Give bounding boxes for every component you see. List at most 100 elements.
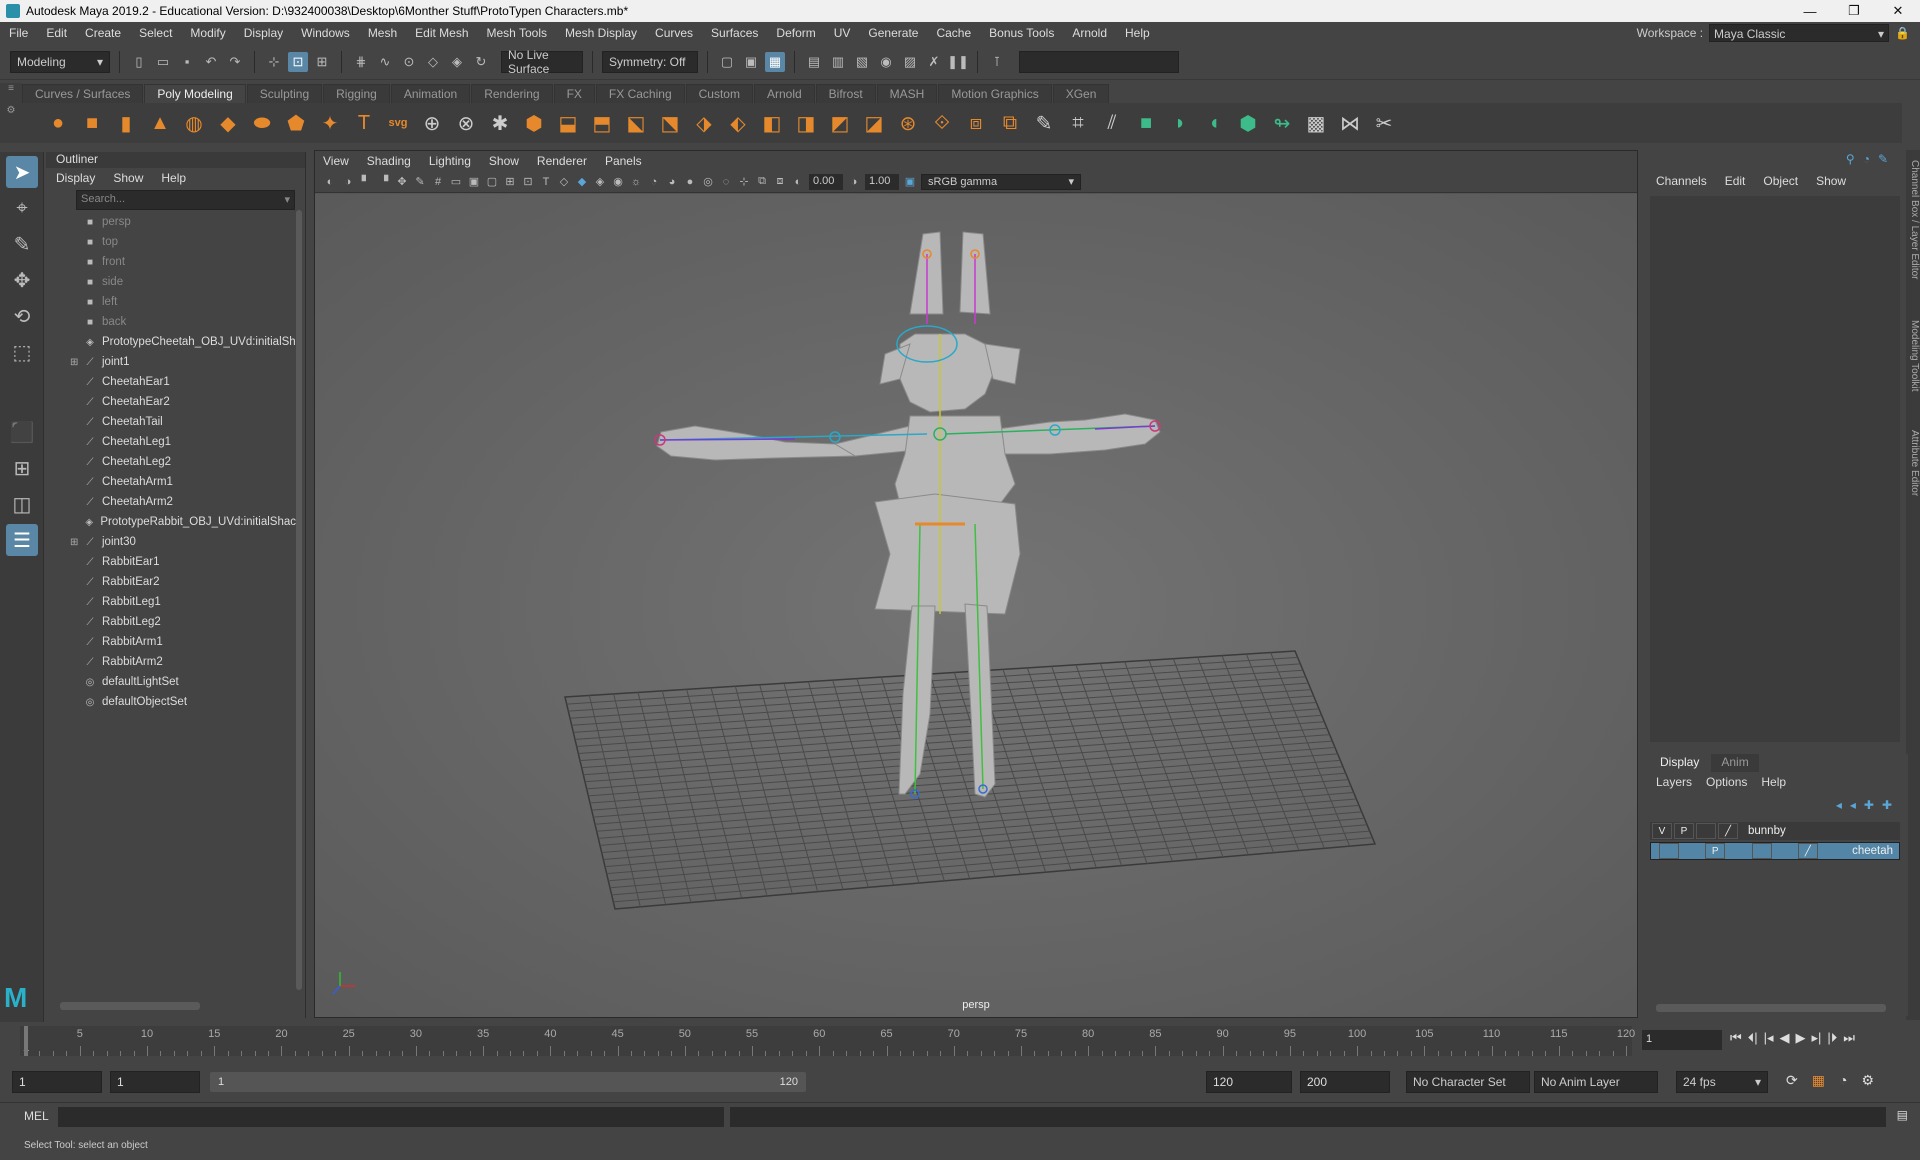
poly-plane-icon[interactable]: ◆ [214, 109, 242, 137]
command-language-label[interactable]: MEL [24, 1109, 49, 1123]
menu-edit-mesh[interactable]: Edit Mesh [406, 26, 477, 40]
grease-pencil-icon[interactable]: ✎ [413, 175, 427, 189]
menu-select[interactable]: Select [130, 26, 181, 40]
playback-start-field[interactable]: 1 [110, 1071, 200, 1093]
separate-icon[interactable]: ⊗ [452, 109, 480, 137]
harden-edge-icon[interactable]: ⟐ [928, 109, 956, 137]
four-view-icon[interactable]: ⊞ [6, 452, 38, 484]
workspace-dropdown[interactable]: Maya Classic ▾ [1709, 24, 1890, 42]
maximize-button[interactable]: ❐ [1832, 3, 1876, 19]
layer-color-swatch[interactable]: ╱ [1718, 823, 1738, 839]
gate-mask-icon[interactable]: ▢ [485, 175, 499, 189]
live-surface-field[interactable]: No Live Surface [501, 48, 583, 76]
mesh-reduce-icon[interactable]: ◩ [826, 109, 854, 137]
dof-icon[interactable]: ◌ [719, 175, 733, 189]
outliner-item[interactable]: ■ left [46, 292, 296, 312]
2d-pan-icon[interactable]: ✥ [395, 175, 409, 189]
render-frame-icon[interactable]: ▤ [804, 52, 824, 72]
tab-modeling-toolkit[interactable]: Modeling Toolkit [1906, 320, 1920, 392]
outliner-item[interactable]: ⊞ ⟋ joint1 [46, 352, 296, 372]
menu-bonus-tools[interactable]: Bonus Tools [980, 26, 1063, 40]
ipr-render-icon[interactable]: ▥ [828, 52, 848, 72]
type-icon[interactable]: T [350, 109, 378, 137]
save-scene-icon[interactable]: ▪ [177, 52, 197, 72]
outliner-item[interactable]: ⟋ RabbitLeg1 [46, 592, 296, 612]
menu-help[interactable]: Help [1116, 26, 1159, 40]
exposure-icon[interactable]: ◐ [791, 175, 805, 189]
layers-menu[interactable]: Layers [1656, 775, 1692, 789]
fill-hole-icon[interactable]: ⬗ [690, 109, 718, 137]
motion-blur-icon[interactable]: ● [683, 175, 697, 189]
menu-mesh-display[interactable]: Mesh Display [556, 26, 646, 40]
shadows-icon[interactable]: ◔ [647, 175, 661, 189]
snap-point-icon[interactable]: ⊙ [399, 52, 419, 72]
poly-sphere-icon[interactable]: ● [44, 109, 72, 137]
view-transform-dropdown[interactable]: sRGB gamma ▾ [921, 173, 1081, 190]
step-forward-key-icon[interactable]: |⏵ [1827, 1030, 1837, 1046]
move-tool-icon[interactable]: ✥ [6, 264, 38, 296]
shelf-tab-fx[interactable]: FX [553, 84, 595, 103]
outliner-item[interactable]: ⟋ RabbitEar1 [46, 552, 296, 572]
offset-edge-loop-icon[interactable]: ⫽ [1098, 109, 1126, 137]
soften-edge-icon[interactable]: ⊛ [894, 109, 922, 137]
new-layer-icon[interactable]: ✚ [1882, 798, 1892, 812]
antialias-icon[interactable]: ◎ [701, 175, 715, 189]
viewport-menu-panels[interactable]: Panels [605, 154, 642, 168]
lock-icon[interactable]: 🔒 [1895, 26, 1910, 40]
select-tool-icon[interactable]: ➤ [6, 156, 38, 188]
viewport-menu-lighting[interactable]: Lighting [429, 154, 471, 168]
tab-attribute-editor[interactable]: Attribute Editor [1906, 430, 1920, 496]
append-poly-icon[interactable]: ⬖ [724, 109, 752, 137]
resolution-gate-icon[interactable]: ▣ [467, 175, 481, 189]
playback-toggle[interactable]: P [1674, 823, 1694, 839]
fps-dropdown[interactable]: 24 fps ▾ [1676, 1071, 1768, 1093]
viewport-canvas[interactable]: persp [315, 194, 1637, 1017]
shelf-options[interactable]: ≡ ⚙ [0, 83, 22, 143]
menu-modify[interactable]: Modify [181, 26, 234, 40]
undo-icon[interactable]: ↶ [201, 52, 221, 72]
menu-deform[interactable]: Deform [767, 26, 824, 40]
field-chart-icon[interactable]: ⊞ [503, 175, 517, 189]
menu-windows[interactable]: Windows [292, 26, 359, 40]
hypershade-icon[interactable]: ◉ [876, 52, 896, 72]
uv-editor-icon[interactable]: ▩ [1302, 109, 1330, 137]
tab-display[interactable]: Display [1650, 754, 1710, 772]
wireframe-on-shaded-icon[interactable]: ◈ [593, 175, 607, 189]
step-back-key-icon[interactable]: ⏴| [1748, 1030, 1758, 1046]
outliner-item[interactable]: ⟋ RabbitArm1 [46, 632, 296, 652]
outliner-item[interactable]: ◈ PrototypeCheetah_OBJ_UVd:initialSh [46, 332, 296, 352]
options-menu[interactable]: Options [1706, 775, 1747, 789]
bevel-icon[interactable]: ⬒ [588, 109, 616, 137]
triangulate-icon[interactable]: ⧉ [996, 109, 1024, 137]
go-to-start-icon[interactable]: ⏮ [1730, 1030, 1742, 1046]
insert-edge-loop-icon[interactable]: ⌗ [1064, 109, 1092, 137]
gamma-field[interactable]: 1.00 [865, 173, 899, 190]
ambient-occlusion-icon[interactable]: ◕ [665, 175, 679, 189]
play-backwards-icon[interactable]: ◀ [1780, 1030, 1790, 1046]
display-type-toggle[interactable] [1751, 843, 1772, 859]
tab-anim[interactable]: Anim [1711, 754, 1759, 772]
shelf-tab-rendering[interactable]: Rendering [471, 84, 553, 103]
outliner-item[interactable]: ◈ PrototypeRabbit_OBJ_UVd:initialShac [46, 512, 296, 532]
object-menu[interactable]: Object [1763, 174, 1798, 188]
sew-uv-icon[interactable]: ✂ [1370, 109, 1398, 137]
menuset-dropdown[interactable]: Modeling ▾ [10, 50, 110, 73]
anim-layer-dropdown[interactable]: No Anim Layer [1534, 1071, 1658, 1093]
animation-end-field[interactable]: 200 [1300, 1071, 1390, 1093]
open-scene-icon[interactable]: ▭ [153, 52, 173, 72]
toolkit-icon[interactable]: ◔ [1863, 152, 1870, 166]
auto-uv-icon[interactable]: ⬢ [1234, 109, 1262, 137]
animation-prefs-icon[interactable]: ◔ [1839, 1072, 1847, 1089]
play-forwards-icon[interactable]: ▶ [1796, 1030, 1806, 1046]
layer-row-bunnby[interactable]: V P ╱ bunnby [1650, 822, 1900, 840]
poly-cylinder-icon[interactable]: ▮ [112, 109, 140, 137]
quad-draw-icon[interactable]: ◪ [860, 109, 888, 137]
outliner-menu-show[interactable]: Show [113, 171, 143, 185]
loop-icon[interactable]: ⟳ [1786, 1072, 1798, 1089]
shelf-tab-poly-modeling[interactable]: Poly Modeling [144, 84, 246, 103]
paint-select-icon[interactable]: ✎ [6, 228, 38, 260]
outliner-item[interactable]: ⟋ RabbitLeg2 [46, 612, 296, 632]
step-back-frame-icon[interactable]: |◂ [1764, 1030, 1774, 1046]
shelf-tab-bifrost[interactable]: Bifrost [815, 84, 876, 103]
layer-color-swatch[interactable]: ╱ [1797, 843, 1818, 859]
